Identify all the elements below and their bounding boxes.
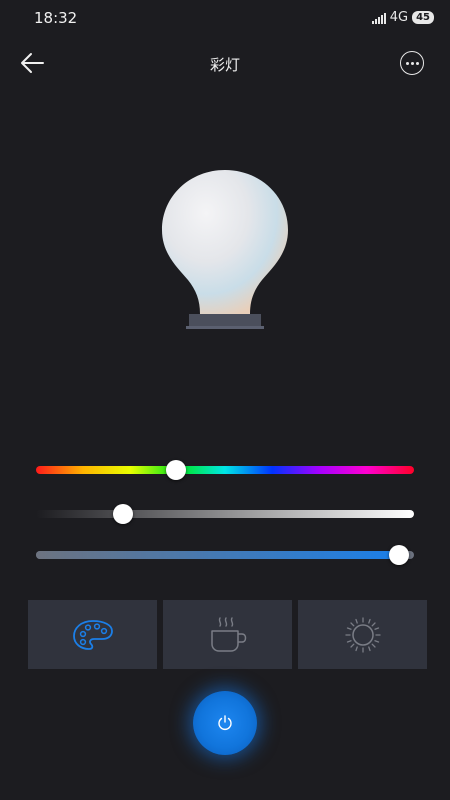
saturation-slider[interactable] [36, 502, 414, 526]
tea-mode-button[interactable] [163, 600, 292, 669]
brightness-fill [36, 551, 399, 559]
brightness-slider[interactable] [36, 543, 414, 567]
sun-mode-button[interactable] [298, 600, 427, 669]
hue-slider[interactable] [36, 458, 414, 482]
header: 彩灯 [0, 40, 450, 86]
brightness-thumb[interactable] [388, 545, 409, 565]
power-icon [218, 715, 232, 730]
mode-buttons [28, 600, 428, 669]
battery-level: 45 [412, 11, 434, 24]
saturation-thumb[interactable] [112, 504, 133, 524]
more-button[interactable] [400, 51, 424, 75]
brightness-track [36, 551, 414, 559]
coffee-cup-icon [210, 616, 246, 652]
palette-icon [72, 619, 113, 650]
status-bar: 18:32 4G 45 [0, 0, 450, 36]
light-bulb-image [162, 170, 288, 329]
network-type: 4G [389, 10, 409, 25]
power-button[interactable] [193, 691, 257, 755]
color-mode-button[interactable] [28, 600, 157, 669]
page-title: 彩灯 [209, 56, 240, 74]
status-indicators: 4G 45 [371, 10, 434, 25]
hue-track [36, 466, 414, 474]
sun-icon [344, 616, 381, 653]
status-time: 18:32 [34, 9, 78, 27]
more-dot [410, 61, 414, 65]
more-dot [405, 61, 409, 65]
signal-icon [371, 12, 386, 24]
saturation-track [36, 510, 414, 518]
hue-thumb[interactable] [165, 460, 186, 480]
more-dot [415, 61, 419, 65]
